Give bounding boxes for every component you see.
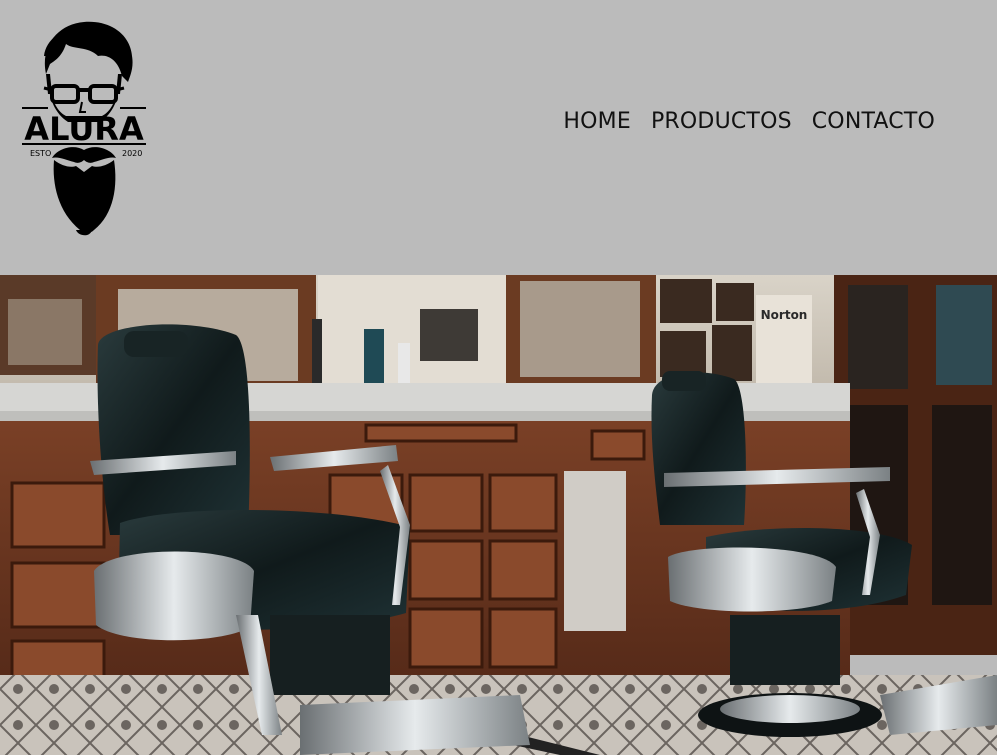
bearded-man-glasses-icon: ALURA ESTO 2020 bbox=[22, 21, 146, 236]
nav-contacto-link[interactable]: CONTACTO bbox=[812, 108, 935, 136]
nav-productos-link[interactable]: PRODUCTOS bbox=[651, 108, 792, 136]
established-label: ESTO bbox=[30, 149, 51, 158]
established-year: 2020 bbox=[122, 149, 142, 158]
brand-logo[interactable]: ALURA ESTO 2020 bbox=[18, 16, 150, 238]
hero-barbershop-image: Norton bbox=[0, 275, 997, 755]
main-nav: HOME PRODUCTOS CONTACTO bbox=[563, 108, 935, 136]
site-header: ALURA ESTO 2020 HOME PRODUCTOS CONTACTO bbox=[0, 0, 997, 275]
brand-name: ALURA bbox=[24, 110, 144, 148]
norton-poster-text: Norton bbox=[761, 308, 808, 322]
nav-home-link[interactable]: HOME bbox=[563, 108, 631, 136]
